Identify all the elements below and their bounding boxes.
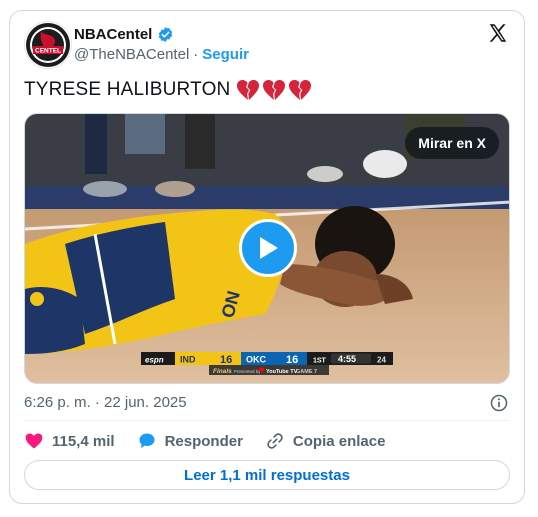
scoreboard-team1: IND [180,355,196,365]
scoreboard-presented: Presented by [234,369,261,374]
avatar-text: CENTEL [35,48,61,55]
follow-button[interactable]: Seguir [202,46,249,63]
read-replies-button[interactable]: Leer 1,1 mil respuestas [24,460,510,490]
broken-heart-icon [237,80,260,100]
timestamp[interactable]: 6:26 p. m. · 22 jun. 2025 [24,394,187,411]
scoreboard-finals: Finals [213,368,232,375]
scoreboard-clock: 4:55 [338,354,356,364]
video-player[interactable]: ON espn IND 16 OKC 16 1ST 4:55 24 Finals… [24,113,510,384]
scoreboard-score2: 16 [286,354,298,366]
broken-heart-emojis [236,79,312,101]
play-icon [260,237,278,259]
play-button[interactable] [239,219,297,277]
action-bar: 115,4 mil Responder Copia enlace [24,431,407,451]
reply-button[interactable]: Responder [137,431,243,451]
like-count: 115,4 mil [52,432,115,450]
scoreboard-quarter: 1ST [313,358,327,365]
scoreboard-score1: 16 [220,354,232,366]
scoreboard-team2: OKC [246,355,267,365]
like-button[interactable]: 115,4 mil [24,431,115,451]
handle[interactable]: @TheNBACentel [74,46,189,63]
scoreboard-brand: YouTube TV [266,369,298,375]
x-logo-icon[interactable] [487,22,509,44]
reply-label: Responder [164,432,243,450]
copy-link-button[interactable]: Copia enlace [265,431,386,451]
avatar[interactable]: CENTEL [24,21,72,69]
divider [24,420,510,421]
scoreboard-network: espn [145,356,164,365]
display-name[interactable]: NBACentel [74,26,152,43]
watch-on-x-button[interactable]: Mirar en X [405,127,499,159]
link-icon [267,433,283,449]
reply-bubble-icon [139,433,155,449]
avatar-logo: CENTEL [26,23,70,67]
tweet-text: TYRESE HALIBURTON [24,79,312,101]
verified-badge-icon [159,27,173,42]
scoreboard-shot-clock: 24 [377,356,386,365]
copy-link-label: Copia enlace [292,432,386,450]
author-name-row: NBACentel [74,26,174,43]
heart-icon [25,433,43,449]
handle-row: @TheNBACentel · Seguir [74,46,249,63]
broken-heart-icon [289,80,312,100]
broken-heart-icon [263,80,286,100]
separator-dot: · [193,46,199,63]
scoreboard-game: GAME 7 [296,369,317,375]
info-icon[interactable] [489,393,509,413]
tweet-text-content: TYRESE HALIBURTON [24,79,231,100]
